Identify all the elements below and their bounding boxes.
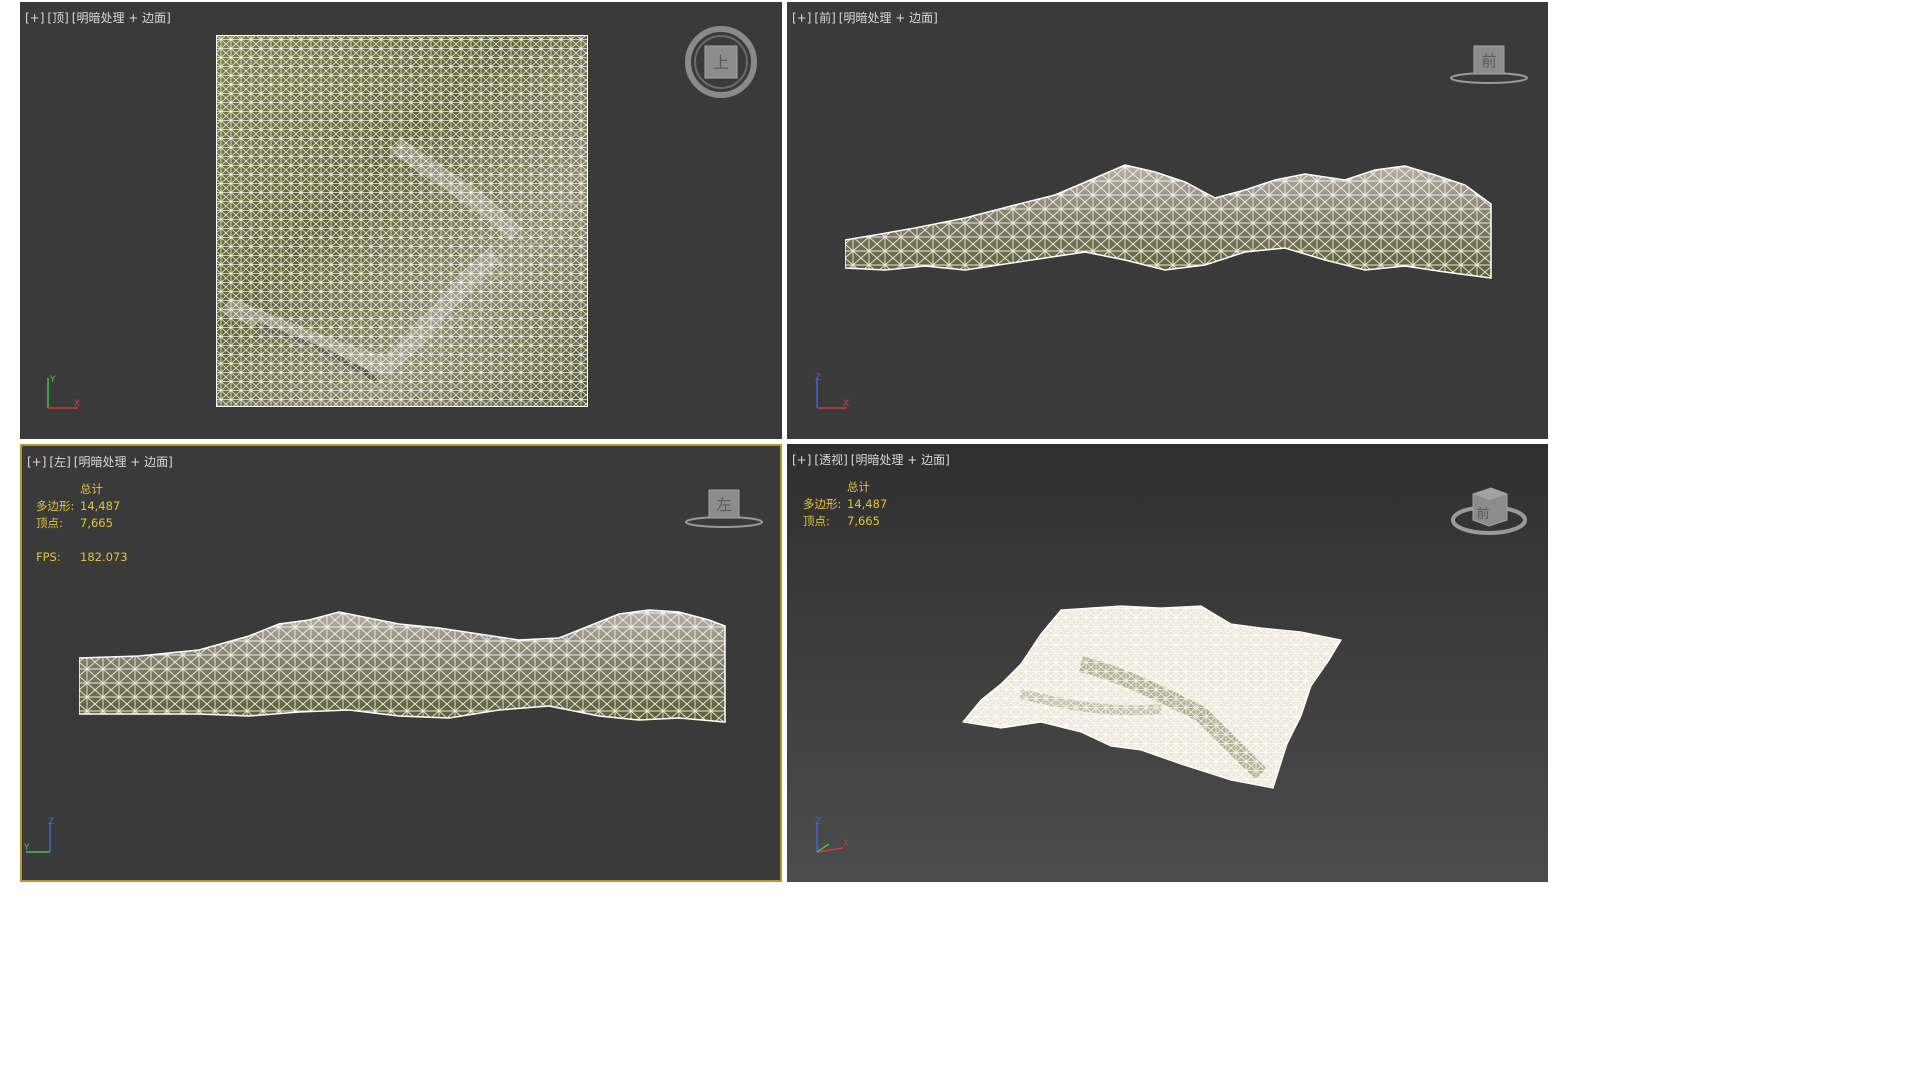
axis-y-label: Y	[23, 843, 30, 853]
stats-overlay: 总计 多边形: 14,487 顶点: 7,665 FPS: 182.073	[36, 481, 128, 566]
vertices-label: 顶点:	[803, 514, 830, 528]
terrain-mesh-front	[845, 164, 1492, 279]
viewport-menu-button[interactable]: [+]	[27, 455, 46, 469]
navcube-label: 前	[1476, 506, 1489, 522]
viewport-front[interactable]: [+] [前] [明暗处理 + 边面] 前 Z X	[787, 2, 1548, 439]
axis-gizmo-left: Z Y	[23, 817, 54, 853]
terrain-mesh-perspective	[961, 605, 1342, 789]
viewport-shading-button[interactable]: [明暗处理 + 边面]	[851, 453, 950, 467]
navcube-front[interactable]: 前	[1447, 40, 1531, 90]
viewport-shading-button[interactable]: [明暗处理 + 边面]	[839, 11, 938, 25]
stats-overlay: 总计 多边形: 14,487 顶点: 7,665	[803, 479, 887, 530]
viewport-menu-button[interactable]: [+]	[792, 453, 811, 467]
stats-header: 总计	[847, 480, 870, 494]
axis-gizmo-perspective: Z X	[815, 817, 849, 853]
viewport-view-button[interactable]: [透视]	[814, 453, 847, 467]
viewport-left[interactable]: [+] [左] [明暗处理 + 边面] 总计 多边形: 14,487 顶点: 7,665…	[20, 444, 782, 882]
polygons-label: 多边形:	[36, 499, 75, 513]
axis-x-label: X	[843, 839, 849, 849]
axis-gizmo-front: Z X	[815, 373, 849, 409]
viewport-view-button[interactable]: [顶]	[47, 11, 68, 25]
viewport-top[interactable]: [+] [顶] [明暗处理 + 边面] 上 Y X	[20, 2, 782, 439]
viewport-menu-button[interactable]: [+]	[25, 11, 44, 25]
viewport-menu-button[interactable]: [+]	[792, 11, 811, 25]
navcube-label: 上	[713, 53, 729, 72]
axis-z-label: Z	[48, 817, 54, 827]
terrain-mesh-left	[79, 609, 726, 723]
axis-x-label: X	[843, 399, 849, 409]
viewport-view-button[interactable]: [左]	[49, 455, 70, 469]
vertices-value: 7,665	[80, 516, 113, 530]
polygons-value: 14,487	[847, 497, 888, 511]
axis-y-label: Y	[49, 375, 56, 385]
viewport-label: [+] [透视] [明暗处理 + 边面]	[792, 451, 953, 468]
viewport-view-button[interactable]: [前]	[814, 11, 835, 25]
navcube-perspective[interactable]: 前	[1443, 480, 1535, 544]
navcube-top[interactable]: 上	[682, 24, 762, 104]
polygons-value: 14,487	[80, 499, 121, 513]
viewport-label: [+] [顶] [明暗处理 + 边面]	[25, 9, 174, 26]
viewport-perspective[interactable]: [+] [透视] [明暗处理 + 边面] 总计 多边形: 14,487 顶点: 7,66…	[787, 444, 1548, 882]
axis-gizmo-top: Y X	[47, 375, 80, 409]
axis-z-label: Z	[815, 817, 821, 827]
viewport-label: [+] [左] [明暗处理 + 边面]	[27, 453, 176, 470]
navcube-left[interactable]: 左	[682, 484, 766, 534]
polygons-label: 多边形:	[803, 497, 842, 511]
viewport-shading-button[interactable]: [明暗处理 + 边面]	[74, 455, 173, 469]
fps-label: FPS:	[36, 550, 61, 564]
axis-x-label: X	[74, 399, 80, 409]
viewport-shading-button[interactable]: [明暗处理 + 边面]	[72, 11, 171, 25]
viewport-label: [+] [前] [明暗处理 + 边面]	[792, 9, 941, 26]
navcube-label: 左	[716, 496, 731, 514]
navcube-label: 前	[1481, 52, 1496, 70]
fps-value: 182.073	[80, 550, 128, 564]
axis-z-label: Z	[815, 373, 821, 383]
vertices-value: 7,665	[847, 514, 880, 528]
stats-header: 总计	[80, 482, 103, 496]
vertices-label: 顶点:	[36, 516, 63, 530]
terrain-mesh-top	[216, 35, 588, 407]
